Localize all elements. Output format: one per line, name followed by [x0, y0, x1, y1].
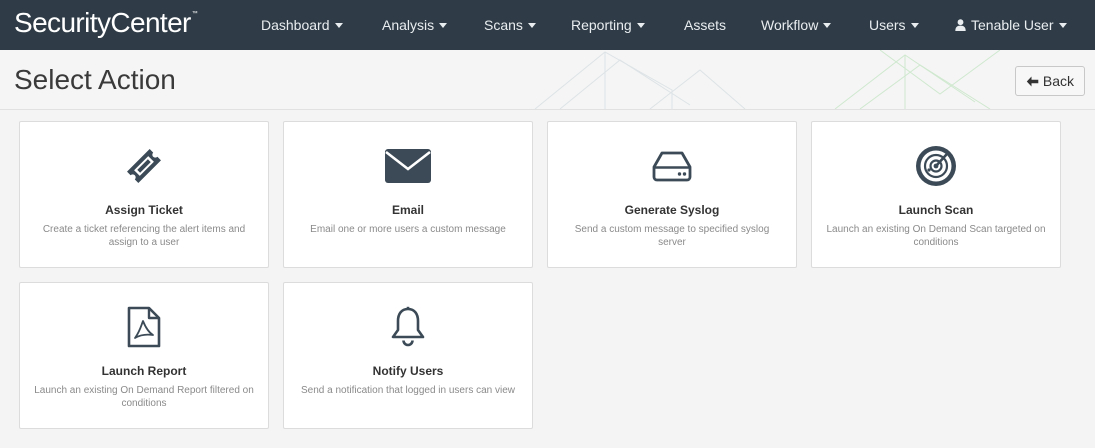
nav-item-workflow[interactable]: Workflow: [761, 0, 832, 50]
action-card-email[interactable]: Email Email one or more users a custom m…: [283, 121, 533, 268]
arrow-left-icon: [1026, 76, 1039, 86]
action-description: Send a custom message to specified syslo…: [574, 224, 770, 248]
page-header: Select Action Back: [0, 50, 1095, 110]
action-card-generate-syslog[interactable]: Generate Syslog Send a custom message to…: [547, 121, 797, 268]
action-title: Launch Scan: [898, 203, 974, 217]
nav-item-label: Analysis: [382, 17, 435, 33]
bell-icon: [391, 306, 425, 347]
envelope-icon: [385, 149, 431, 183]
action-description: Send a notification that logged in users…: [300, 385, 516, 396]
nav-item-analysis[interactable]: Analysis: [382, 0, 448, 50]
action-description: Launch an existing On Demand Scan target…: [826, 224, 1046, 248]
action-title: Notify Users: [372, 364, 444, 378]
nav-item-label: Reporting: [571, 17, 632, 33]
caret-down-icon: [1058, 22, 1067, 28]
nav-item-label: Users: [869, 17, 906, 33]
action-card-launch-report[interactable]: Launch Report Launch an existing On Dema…: [19, 282, 269, 429]
action-title: Email: [391, 203, 424, 217]
brand-name: SecurityCenter: [14, 7, 191, 38]
action-description: Launch an existing On Demand Report filt…: [34, 385, 254, 409]
pdf-file-icon: [127, 306, 161, 348]
caret-down-icon: [334, 22, 343, 28]
nav-item-label: Tenable User: [971, 17, 1054, 33]
caret-down-icon: [823, 22, 832, 28]
action-title: Launch Report: [101, 364, 187, 378]
brand-trademark: ™: [191, 11, 198, 17]
action-card-notify-users[interactable]: Notify Users Send a notification that lo…: [283, 282, 533, 429]
nav-item-assets[interactable]: Assets: [684, 0, 726, 50]
action-description: Create a ticket referencing the alert it…: [42, 224, 246, 248]
caret-down-icon: [636, 22, 645, 28]
nav-item-user-menu[interactable]: Tenable User: [955, 0, 1067, 50]
action-title: Generate Syslog: [624, 203, 720, 217]
page-title: Select Action: [14, 64, 176, 95]
ticket-icon: [127, 149, 161, 183]
nav-item-label: Workflow: [761, 17, 819, 33]
action-title: Assign Ticket: [105, 203, 183, 217]
hard-drive-icon: [652, 151, 692, 182]
caret-down-icon: [439, 22, 448, 28]
brand-logo[interactable]: SecurityCenter™: [14, 7, 198, 39]
nav-item-users[interactable]: Users: [869, 0, 919, 50]
action-card-launch-scan[interactable]: Launch Scan Launch an existing On Demand…: [811, 121, 1061, 268]
nav-item-label: Scans: [484, 17, 523, 33]
radar-icon: [916, 146, 956, 186]
nav-item-dashboard[interactable]: Dashboard: [261, 0, 343, 50]
nav-item-label: Assets: [684, 17, 727, 33]
back-button[interactable]: Back: [1014, 66, 1085, 96]
top-navbar: SecurityCenter™ Dashboard Analysis Scans…: [0, 0, 1095, 50]
caret-down-icon: [527, 22, 536, 28]
back-button-label: Back: [1042, 73, 1074, 89]
nav-item-reporting[interactable]: Reporting: [571, 0, 645, 50]
nav-item-scans[interactable]: Scans: [484, 0, 536, 50]
user-icon: [955, 19, 966, 32]
nav-item-label: Dashboard: [261, 17, 330, 33]
caret-down-icon: [910, 22, 919, 28]
action-description: Email one or more users a custom message: [310, 224, 506, 235]
action-card-assign-ticket[interactable]: Assign Ticket Create a ticket referencin…: [19, 121, 269, 268]
